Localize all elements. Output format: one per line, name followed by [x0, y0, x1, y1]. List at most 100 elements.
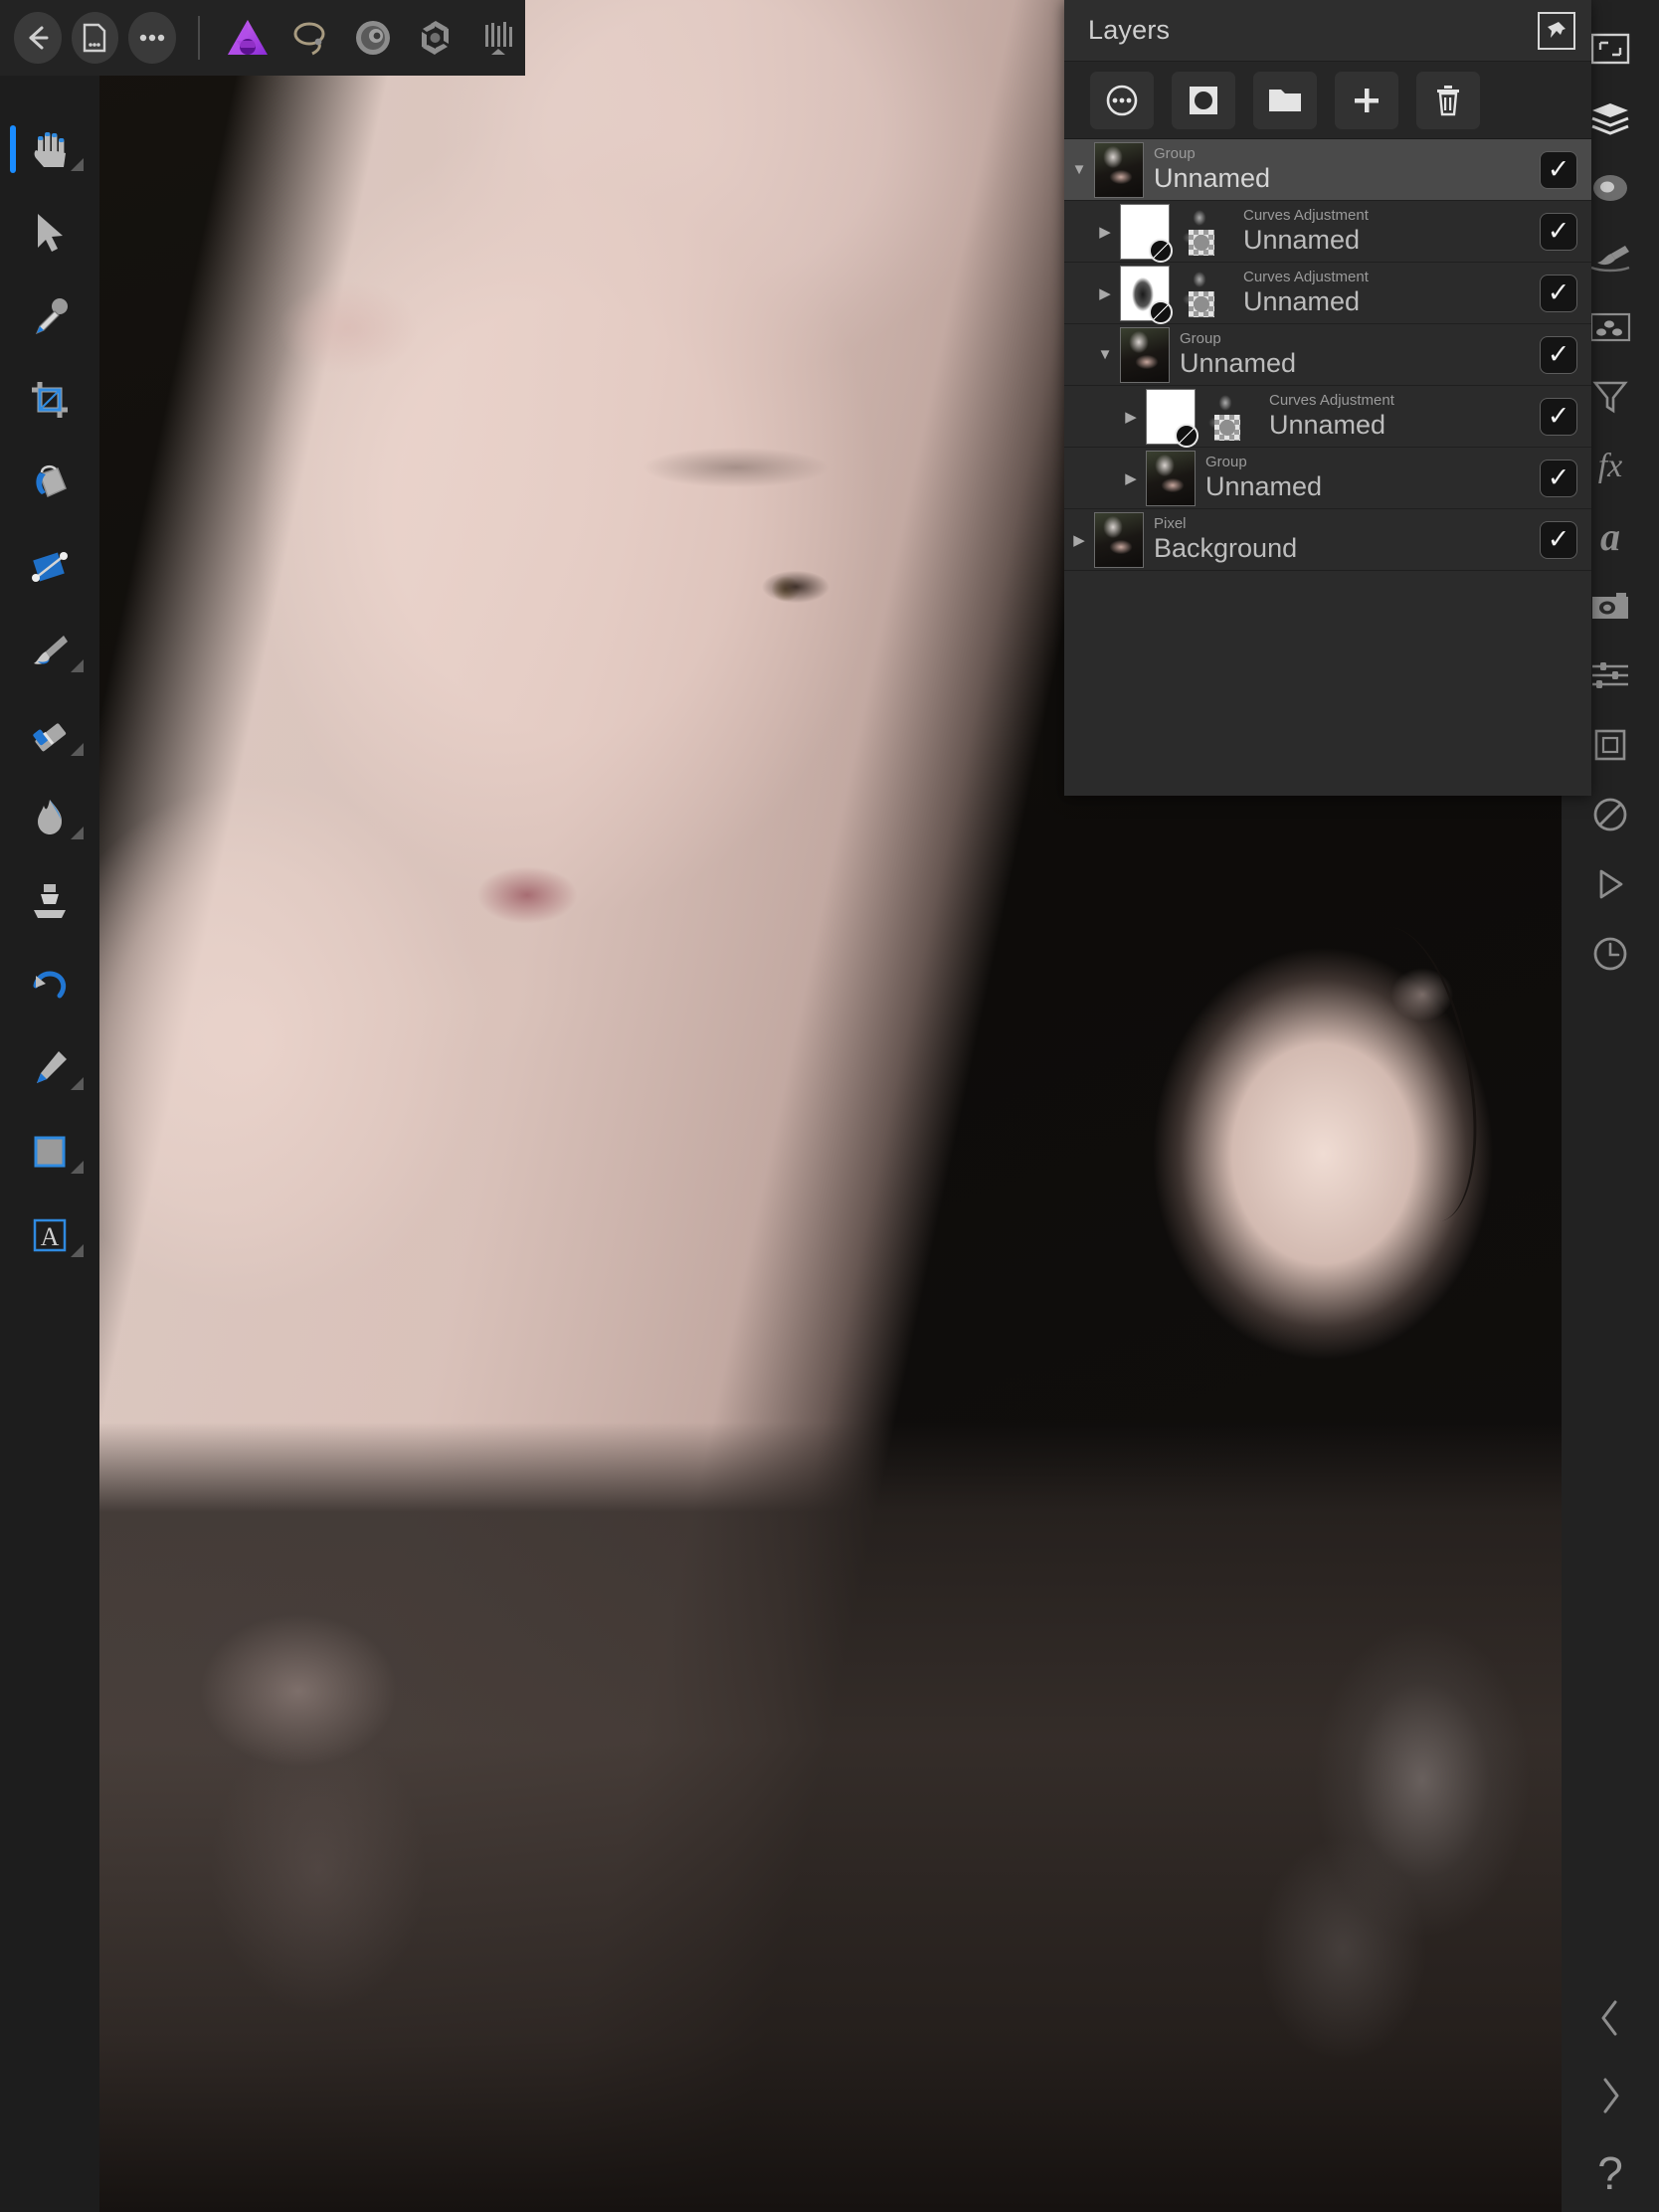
layer-kind: Curves Adjustment	[1243, 207, 1369, 225]
tool-undo-brush[interactable]	[0, 943, 99, 1026]
persona-liquify[interactable]	[284, 12, 337, 64]
transparency-checker-icon	[1189, 229, 1214, 256]
studio-rail-bottom: ?	[1562, 1979, 1659, 2212]
layer-name: Unnamed	[1205, 470, 1323, 501]
chevron-right-icon[interactable]	[1562, 2057, 1659, 2134]
layer-kind: Curves Adjustment	[1243, 269, 1369, 286]
tool-paint-bucket[interactable]	[0, 442, 99, 525]
layer-label-group: Curves Adjustment Unnamed	[1237, 207, 1540, 255]
layer-visibility-checkbox[interactable]: ✓	[1540, 459, 1577, 497]
tool-move[interactable]	[0, 191, 99, 275]
layer-visibility-checkbox[interactable]: ✓	[1540, 397, 1577, 436]
layer-name: Unnamed	[1154, 162, 1271, 193]
layer-thumbnail[interactable]	[1120, 203, 1173, 263]
layer-thumbnail[interactable]	[1120, 326, 1170, 383]
tool-flyout-corner[interactable]	[71, 158, 84, 171]
document-button[interactable]	[71, 12, 119, 64]
tool-pen[interactable]	[0, 1026, 99, 1110]
tool-flyout-corner[interactable]	[71, 1244, 84, 1257]
tool-flyout-corner[interactable]	[71, 1077, 84, 1090]
question-mark-icon[interactable]: ?	[1562, 2134, 1659, 2212]
tool-paint-brush[interactable]	[0, 609, 99, 692]
clock-history-icon[interactable]	[1562, 919, 1659, 989]
tool-crop[interactable]	[0, 358, 99, 442]
chevron-right-icon[interactable]: ▶	[1090, 223, 1120, 241]
layer-kind: Pixel	[1154, 515, 1187, 533]
layer-label-group: Group Unnamed	[1199, 454, 1540, 501]
tool-clone-stamp[interactable]	[0, 859, 99, 943]
svg-text:A: A	[41, 1222, 60, 1251]
layer-label-group: Group Unnamed	[1174, 330, 1540, 378]
add-layer-button[interactable]	[1335, 71, 1398, 129]
layer-label-group: Group Unnamed	[1148, 145, 1540, 193]
persona-tone-mapping[interactable]	[472, 12, 525, 64]
adjustment-thumbnail[interactable]	[1199, 390, 1255, 443]
chevron-right-icon[interactable]: ▶	[1064, 531, 1094, 549]
layer-options-button[interactable]	[1090, 71, 1154, 129]
tool-hand[interactable]	[0, 107, 99, 191]
chevron-down-icon[interactable]: ▼	[1090, 346, 1120, 363]
layer-row[interactable]: ▶ Curves Adjustment Unnamed ✓	[1064, 386, 1591, 448]
layer-row[interactable]: ▼ Group Unnamed ✓	[1064, 139, 1591, 201]
layer-kind: Group	[1205, 454, 1247, 471]
adjustment-thumbnail[interactable]	[1174, 205, 1229, 258]
play-triangle-icon[interactable]	[1562, 849, 1659, 919]
layer-thumbnail[interactable]	[1146, 388, 1198, 448]
more-options-button[interactable]	[128, 12, 176, 64]
transparency-checker-icon	[1189, 290, 1214, 317]
adjustment-thumbnail[interactable]	[1174, 267, 1229, 319]
affinity-photo-app: A Layers ▼ Group Unnamed ✓ ▶ Curves Adju…	[0, 0, 1659, 2212]
layer-row[interactable]: ▶ Pixel Background ✓	[1064, 509, 1591, 571]
chevron-right-icon[interactable]: ▶	[1090, 284, 1120, 302]
layer-row[interactable]: ▶ Curves Adjustment Unnamed ✓	[1064, 201, 1591, 263]
layer-kind: Group	[1154, 145, 1196, 163]
layer-row[interactable]: ▼ Group Unnamed ✓	[1064, 324, 1591, 386]
chevron-left-icon[interactable]	[1562, 1979, 1659, 2057]
layer-thumbnail[interactable]	[1094, 141, 1144, 198]
adjustment-badge-icon	[1149, 238, 1173, 263]
layer-kind: Group	[1180, 330, 1221, 348]
layer-row[interactable]: ▶ Curves Adjustment Unnamed ✓	[1064, 263, 1591, 324]
toolbar-divider	[197, 16, 200, 60]
layers-panel-header: Layers	[1064, 0, 1591, 62]
back-button[interactable]	[14, 12, 62, 64]
tool-flyout-corner[interactable]	[71, 1161, 84, 1174]
top-toolbar	[0, 0, 525, 76]
tool-gradient[interactable]	[0, 525, 99, 609]
layers-panel-title: Layers	[1088, 15, 1171, 45]
layer-visibility-checkbox[interactable]: ✓	[1540, 212, 1577, 251]
layer-thumbnail[interactable]	[1146, 450, 1196, 506]
new-group-button[interactable]	[1253, 71, 1317, 129]
tool-color-picker[interactable]	[0, 275, 99, 358]
tool-eraser[interactable]	[0, 692, 99, 776]
persona-photo[interactable]	[222, 12, 275, 64]
layer-visibility-checkbox[interactable]: ✓	[1540, 274, 1577, 312]
tool-flyout-corner[interactable]	[71, 659, 84, 672]
tool-flyout-corner[interactable]	[71, 743, 84, 756]
layer-name: Unnamed	[1243, 224, 1361, 255]
layer-thumbnail[interactable]	[1094, 511, 1144, 568]
layer-visibility-checkbox[interactable]: ✓	[1540, 335, 1577, 374]
chevron-down-icon[interactable]: ▼	[1064, 161, 1094, 178]
mask-layer-button[interactable]	[1172, 71, 1235, 129]
tool-text[interactable]: A	[0, 1194, 99, 1277]
tool-smudge[interactable]	[0, 776, 99, 859]
pushpin-icon[interactable]	[1538, 11, 1575, 50]
layers-list: ▼ Group Unnamed ✓ ▶ Curves Adjustment Unnamed ✓…	[1064, 139, 1591, 571]
chevron-right-icon[interactable]: ▶	[1116, 469, 1146, 487]
layer-label-group: Curves Adjustment Unnamed	[1237, 269, 1540, 316]
layer-visibility-checkbox[interactable]: ✓	[1540, 520, 1577, 559]
chevron-right-icon[interactable]: ▶	[1116, 408, 1146, 426]
layer-visibility-checkbox[interactable]: ✓	[1540, 150, 1577, 189]
layer-row[interactable]: ▶ Group Unnamed ✓	[1064, 448, 1591, 509]
layers-panel: Layers ▼ Group Unnamed ✓ ▶ Curves Adjustment U…	[1064, 0, 1591, 796]
transparency-checker-icon	[1214, 414, 1240, 441]
tool-shape[interactable]	[0, 1110, 99, 1194]
layer-name: Background	[1154, 532, 1298, 563]
persona-develop[interactable]	[347, 12, 400, 64]
tool-flyout-corner[interactable]	[71, 827, 84, 839]
layer-thumbnail[interactable]	[1120, 265, 1173, 324]
persona-export[interactable]	[410, 12, 462, 64]
layer-name: Unnamed	[1269, 409, 1386, 440]
delete-layer-button[interactable]	[1416, 71, 1480, 129]
